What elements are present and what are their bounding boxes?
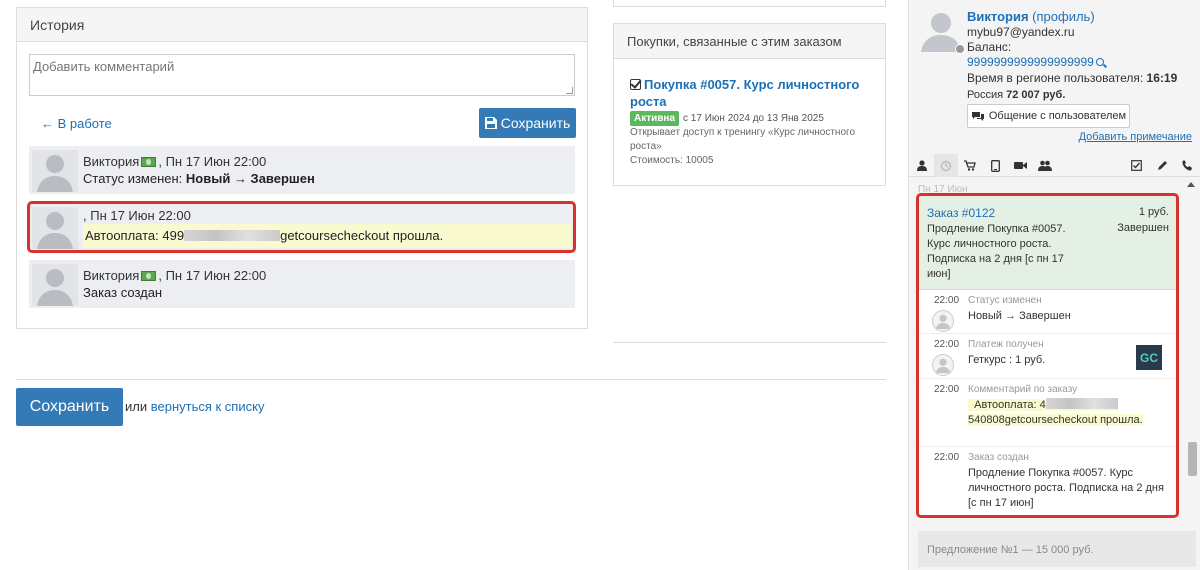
video-icon [1013,162,1027,169]
back-to-list-link[interactable]: вернуться к списку [151,399,265,414]
save-button[interactable]: Сохранить [16,388,123,426]
pencil-icon [1157,161,1167,170]
related-purchases-panel: Покупки, связанные с этим заказом Покупк… [613,23,886,186]
checkbox-checked-icon [630,79,641,90]
cart-icon [964,160,976,171]
money-icon [141,157,157,167]
country-name: Россия [967,89,1007,101]
user-sidebar: Виктория (профиль) mybu97@yandex.ru Бала… [908,0,1200,570]
scroll-up-arrow-icon[interactable] [1187,182,1195,187]
purchase-link[interactable]: Покупка #0057. Курс личностного роста [630,77,859,109]
history-panel: История Добавить комментарий ← В работе … [16,7,588,329]
chat-with-user-button[interactable]: Общение с пользователем [967,104,1130,128]
purchase-description: Открывает доступ к тренингу «Курс личнос… [630,127,856,152]
entry-status-change: Новый → Завершен [185,171,315,186]
country-amount: 72 007 руб. [1006,89,1066,101]
tab-webinars[interactable] [1008,154,1032,177]
sidebar-tabs [909,154,1200,177]
entry-status-label: Статус изменен: [83,171,186,186]
tab-orders[interactable] [958,154,982,177]
user-email: mybu97@yandex.ru [967,25,1075,39]
search-icon[interactable] [1095,58,1104,66]
region-time-label: Время в регионе пользователя: [967,71,1147,85]
checklist-icon [1130,160,1142,171]
tab-user[interactable] [910,154,934,177]
history-entry: Виктория , Пн 17 Июн 22:00 Статус изменен… [29,146,575,194]
entry-author: Виктория [83,154,140,169]
tab-history[interactable] [934,154,958,177]
balance-value-link[interactable]: 9999999999999999999 [967,55,1094,69]
scrollbar-thumb[interactable] [1188,442,1197,476]
avatar-placeholder-icon [32,150,78,192]
balance-label: Баланс: [967,40,1012,54]
entry-date: , Пн 17 Июн 22:00 [158,154,267,169]
entry-text: Заказ создан [83,285,163,300]
region-time-value: 16:19 [1146,71,1178,85]
entry-date: , Пн 17 Июн 22:00 [158,268,267,283]
save-comment-button[interactable]: Сохранить [479,108,576,138]
tab-tasks[interactable] [1124,154,1148,177]
user-icon [917,160,927,171]
entry-author: Виктория [83,268,140,283]
add-note-link[interactable]: Добавить примечание [1079,131,1192,143]
chat-bubbles-icon [971,111,984,121]
panel-stub [613,0,886,7]
tab-notes[interactable] [1150,154,1174,177]
tab-calls[interactable] [1175,154,1199,177]
purchase-period: с 17 Июн 2024 до 13 Янв 2025 [683,113,824,124]
history-icon [940,160,952,171]
divider [613,342,886,343]
money-icon [141,271,157,281]
history-entry: Виктория , Пн 17 Июн 22:00 Заказ создан [29,260,575,308]
user-name-link[interactable]: Виктория [967,9,1029,24]
chat-button-label: Общение с пользователем [988,110,1127,122]
tab-groups[interactable] [1033,154,1057,177]
status-badge: Активна [630,111,680,126]
purchase-cost: Стоимость: 10005 [630,155,714,166]
phone-icon [1181,160,1192,171]
purchases-title: Покупки, связанные с этим заказом [614,24,885,59]
save-comment-label: Сохранить [500,115,571,131]
floppy-disk-icon [484,117,497,129]
offer-item[interactable]: Предложение №1 — 15 000 руб. [918,531,1196,567]
profile-link[interactable]: (профиль) [1032,9,1094,24]
history-title: История [17,8,587,42]
highlight-frame [27,201,576,253]
divider [16,379,886,380]
bottom-links: или вернуться к списку [125,399,264,414]
back-in-progress-link[interactable]: ← В работе [41,116,112,131]
tablet-icon [990,159,1000,172]
avatar-placeholder-icon [32,264,78,306]
or-text: или [125,399,151,414]
highlight-frame [916,193,1179,518]
offline-status-dot [955,44,965,54]
tab-devices[interactable] [983,154,1007,177]
comment-input[interactable]: Добавить комментарий [29,54,575,96]
group-icon [1038,160,1052,171]
